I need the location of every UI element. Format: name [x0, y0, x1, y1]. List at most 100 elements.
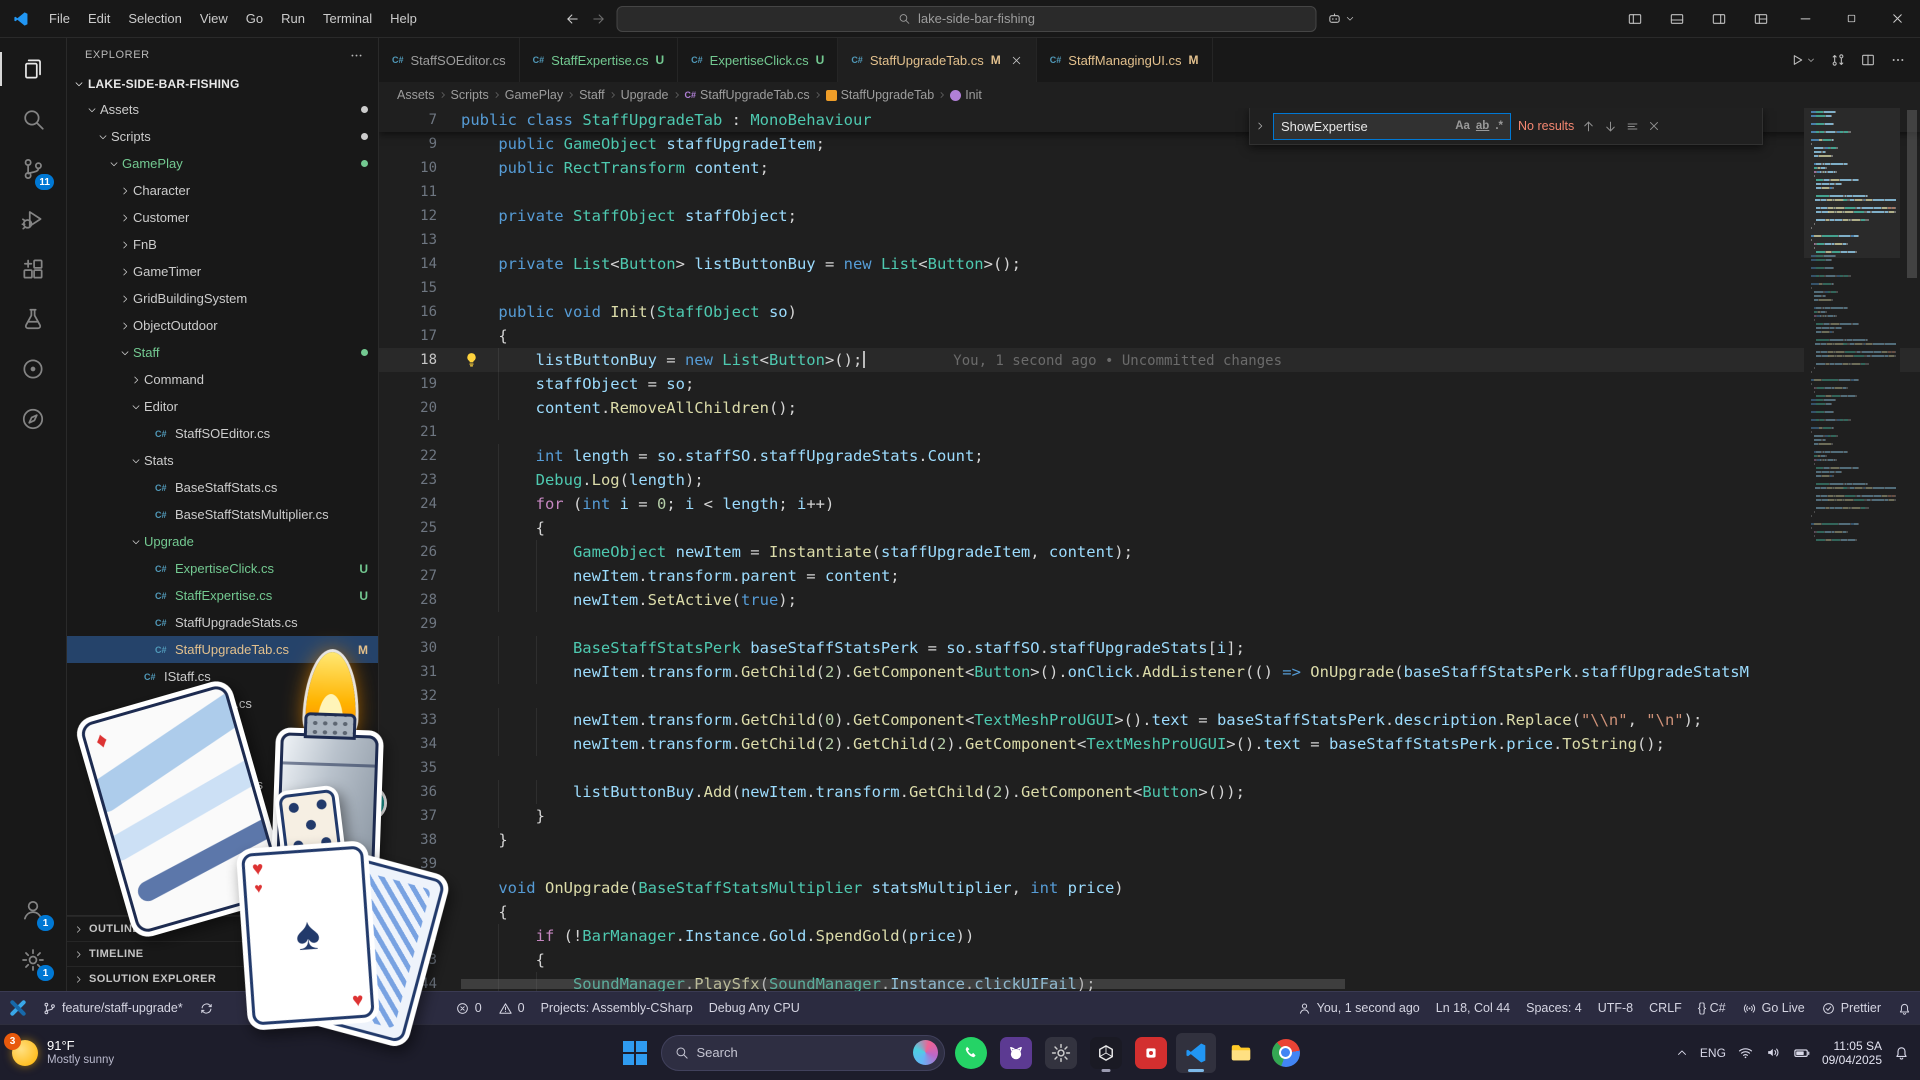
tab-StaffUpgradeTab.cs[interactable]: C#StaffUpgradeTab.csM [838, 38, 1036, 82]
testing-button[interactable] [9, 294, 57, 344]
line-content[interactable]: newItem.SetActive(true); [461, 588, 1920, 612]
project-root-row[interactable]: LAKE-SIDE-BAR-FISHING [67, 72, 378, 96]
github-desktop-app[interactable] [996, 1033, 1036, 1073]
code-line-17[interactable]: 17{ [379, 324, 1920, 348]
build-config-status[interactable]: Debug Any CPU [701, 992, 808, 1024]
tab-StaffManagingUI.cs[interactable]: C#StaffManagingUI.csM [1037, 38, 1213, 82]
notifications-bell-icon[interactable] [1893, 1044, 1910, 1061]
clock[interactable]: 11:05 SA 09/04/2025 [1822, 1039, 1882, 1067]
red-app[interactable] [1131, 1033, 1171, 1073]
code-line-15[interactable]: 15 [379, 276, 1920, 300]
code-line-12[interactable]: 12private StaffObject staffObject; [379, 204, 1920, 228]
tree-item-GamePlay[interactable]: GamePlay [67, 150, 378, 177]
errors-status[interactable]: 0 [447, 992, 490, 1024]
line-content[interactable]: { [461, 900, 1920, 924]
find-input[interactable]: ShowExpertise Aa ab .* [1273, 113, 1511, 140]
regex-icon[interactable]: .* [1495, 120, 1503, 132]
breadcrumb-item-Upgrade[interactable]: Upgrade [621, 88, 669, 102]
line-content[interactable]: } [461, 804, 1920, 828]
tree-item-StaffUpgradeStats.cs[interactable]: C#StaffUpgradeStats.cs [67, 609, 378, 636]
scrollbar-thumb[interactable] [461, 979, 1345, 989]
line-content[interactable]: listButtonBuy.Add(newItem.transform.GetC… [461, 780, 1920, 804]
tree-item-ExpertiseClick.cs[interactable]: C#ExpertiseClick.csU [67, 555, 378, 582]
menu-item-help[interactable]: Help [381, 0, 426, 38]
breadcrumb-item-Init[interactable]: Init [950, 88, 982, 102]
code-line-35[interactable]: 35 [379, 756, 1920, 780]
settings-gear-button[interactable]: 1 [9, 935, 57, 985]
remote-explorer-button[interactable] [9, 394, 57, 444]
code-line-38[interactable]: 38} [379, 828, 1920, 852]
copilot-menu[interactable] [1327, 11, 1356, 27]
warnings-status[interactable]: 0 [490, 992, 533, 1024]
toggle-panel-bottom-icon[interactable] [1656, 0, 1698, 38]
line-content[interactable] [461, 228, 1920, 252]
line-content[interactable]: newItem.transform.GetChild(2).GetChild(2… [461, 732, 1920, 756]
toggle-replace-icon[interactable] [1254, 120, 1266, 132]
tree-item-Upgrade[interactable]: Upgrade [67, 528, 378, 555]
tree-item-ObjectOutdoor[interactable]: ObjectOutdoor [67, 312, 378, 339]
forward-icon[interactable] [591, 11, 607, 27]
tree-item-Scripts[interactable]: Scripts [67, 123, 378, 150]
menu-item-file[interactable]: File [40, 0, 79, 38]
code-line-36[interactable]: 36listButtonBuy.Add(newItem.transform.Ge… [379, 780, 1920, 804]
customize-layout-icon[interactable] [1740, 0, 1782, 38]
line-content[interactable]: listButtonBuy = new List<Button>();You, … [461, 348, 1920, 372]
code-line-30[interactable]: 30BaseStaffStatsPerk baseStaffStatsPerk … [379, 636, 1920, 660]
code-line-40[interactable]: 40void OnUpgrade(BaseStaffStatsMultiplie… [379, 876, 1920, 900]
live-preview-button[interactable] [9, 344, 57, 394]
tab-StaffSOEditor.cs[interactable]: C#StaffSOEditor.cs [379, 38, 520, 82]
taskbar-search[interactable]: Search [661, 1035, 945, 1071]
line-content[interactable]: { [461, 516, 1920, 540]
tree-item-Stats[interactable]: Stats [67, 447, 378, 474]
code-line-16[interactable]: 16public void Init(StaffObject so) [379, 300, 1920, 324]
find-next-icon[interactable] [1603, 119, 1618, 134]
code-line-26[interactable]: 26GameObject newItem = Instantiate(staff… [379, 540, 1920, 564]
code-line-24[interactable]: 24for (int i = 0; i < length; i++) [379, 492, 1920, 516]
menu-item-terminal[interactable]: Terminal [314, 0, 381, 38]
back-icon[interactable] [565, 11, 581, 27]
code-line-10[interactable]: 10public RectTransform content; [379, 156, 1920, 180]
code-line-22[interactable]: 22int length = so.staffSO.staffUpgradeSt… [379, 444, 1920, 468]
line-content[interactable]: { [461, 948, 1920, 972]
breadcrumb-item-Assets[interactable]: Assets [397, 88, 435, 102]
tab-StaffExpertise.cs[interactable]: C#StaffExpertise.csU [520, 38, 679, 82]
code-line-14[interactable]: 14private List<Button> listButtonBuy = n… [379, 252, 1920, 276]
line-content[interactable]: if (!BarManager.Instance.Gold.SpendGold(… [461, 924, 1920, 948]
line-content[interactable]: staffObject = so; [461, 372, 1920, 396]
search-button[interactable] [9, 94, 57, 144]
line-content[interactable]: newItem.transform.GetChild(0).GetCompone… [461, 708, 1920, 732]
tree-item-FnB[interactable]: FnB [67, 231, 378, 258]
menu-item-go[interactable]: Go [237, 0, 272, 38]
source-control-button[interactable]: 11 [9, 144, 57, 194]
match-case-icon[interactable]: Aa [1455, 120, 1470, 132]
code-line-37[interactable]: 37} [379, 804, 1920, 828]
breadcrumb-item-Scripts[interactable]: Scripts [451, 88, 489, 102]
line-content[interactable] [461, 852, 1920, 876]
lightbulb-icon[interactable] [463, 351, 480, 368]
line-content[interactable]: int length = so.staffSO.staffUpgradeStat… [461, 444, 1920, 468]
run-debug-button[interactable] [9, 194, 57, 244]
extensions-button[interactable] [9, 244, 57, 294]
breadcrumb-item-StaffUpgradeTab.cs[interactable]: C#StaffUpgradeTab.cs [685, 88, 810, 102]
line-content[interactable]: } [461, 828, 1920, 852]
chrome-app[interactable] [1266, 1033, 1306, 1073]
language-indicator[interactable]: ENG [1700, 1046, 1726, 1060]
code-line-34[interactable]: 34newItem.transform.GetChild(2).GetChild… [379, 732, 1920, 756]
breadcrumb-item-Staff[interactable]: Staff [579, 88, 604, 102]
line-content[interactable] [461, 756, 1920, 780]
start-button[interactable] [615, 1033, 655, 1073]
command-center-search[interactable]: lake-side-bar-fishing [617, 6, 1317, 32]
battery-icon[interactable] [1793, 1044, 1811, 1062]
vscode-app[interactable] [1176, 1033, 1216, 1073]
tree-item-StaffExpertise.cs[interactable]: C#StaffExpertise.csU [67, 582, 378, 609]
tree-item-Command[interactable]: Command [67, 366, 378, 393]
show-hidden-icons-chevron[interactable] [1675, 1046, 1689, 1060]
tree-item-Assets[interactable]: Assets [67, 96, 378, 123]
code-line-23[interactable]: 23Debug.Log(length); [379, 468, 1920, 492]
prettier-status[interactable]: Prettier [1813, 992, 1889, 1024]
line-content[interactable]: { [461, 324, 1920, 348]
close-tab-icon[interactable] [1010, 54, 1023, 67]
eol-status[interactable]: CRLF [1641, 992, 1690, 1024]
code-line-31[interactable]: 31newItem.transform.GetChild(2).GetCompo… [379, 660, 1920, 684]
menu-item-view[interactable]: View [191, 0, 237, 38]
